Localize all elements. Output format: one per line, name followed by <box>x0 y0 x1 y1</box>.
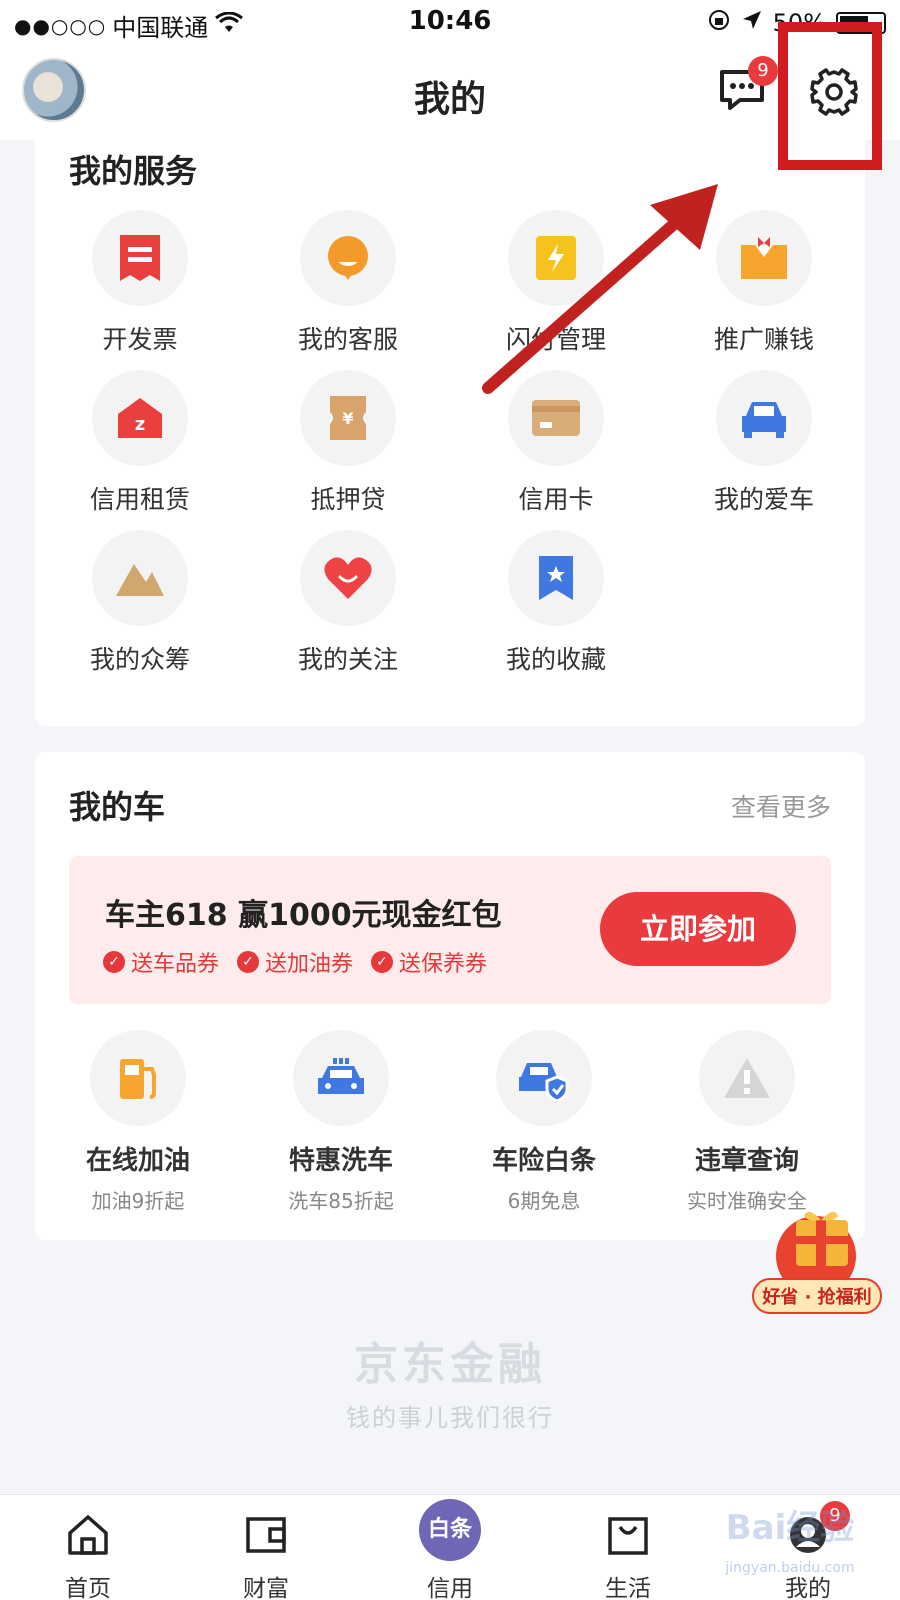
promo-tag: ✓ 送加油券 <box>237 946 353 978</box>
see-more-link[interactable]: 查看更多 <box>731 788 831 824</box>
service-credit-card[interactable]: 信用卡 <box>451 370 661 516</box>
car-service-wash[interactable]: 特惠洗车 洗车85折起 <box>238 1030 444 1214</box>
heart-icon <box>300 530 396 626</box>
check-icon: ✓ <box>103 951 125 973</box>
car-service-label: 车险白条 <box>491 1146 596 1176</box>
service-label: 我的众筹 <box>89 645 190 674</box>
promo-title: 车主618 赢1000元现金红包 <box>105 898 502 933</box>
check-icon: ✓ <box>371 951 394 973</box>
service-label: 推广赚钱 <box>713 325 814 354</box>
promo-tag-label: 送加油券 <box>265 952 354 977</box>
service-following[interactable]: 我的关注 <box>243 530 453 676</box>
credit-lease-icon: z <box>92 370 188 466</box>
check-icon: ✓ <box>237 951 260 973</box>
quick-pay-icon <box>508 210 604 306</box>
mortgage-loan-icon: ¥ <box>300 370 396 466</box>
shopping-bag-icon <box>608 1517 648 1555</box>
service-my-car[interactable]: 我的爱车 <box>659 370 869 516</box>
credit-card-icon <box>508 370 604 466</box>
highlight-box <box>778 22 882 170</box>
warning-icon <box>699 1030 795 1126</box>
promo-tag-label: 送保养券 <box>399 952 488 977</box>
service-invoice[interactable]: 开发票 <box>35 210 245 356</box>
car-service-insurance[interactable]: 车险白条 6期免息 <box>441 1030 647 1214</box>
tab-label: 财富 <box>243 1576 289 1600</box>
customer-service-icon <box>300 210 396 306</box>
promo-tag: ✓ 送保养券 <box>371 946 487 978</box>
service-promote[interactable]: 推广赚钱 <box>659 210 869 356</box>
service-customer-service[interactable]: 我的客服 <box>243 210 453 356</box>
crowdfunding-icon <box>92 530 188 626</box>
home-icon <box>68 1515 108 1555</box>
my-car-card: 我的车 查看更多 车主618 赢1000元现金红包 ✓ 送车品券 ✓ 送加油券 ✓ 送… <box>35 752 865 1240</box>
car-service-fuel[interactable]: 在线加油 加油9折起 <box>35 1030 241 1214</box>
my-car-title: 我的车 <box>69 788 166 826</box>
promo-tag: ✓ 送车品券 <box>103 946 219 978</box>
location-icon <box>741 9 763 37</box>
tab-home[interactable]: 首页 <box>28 1513 148 1600</box>
service-credit-lease[interactable]: z 信用租赁 <box>35 370 245 516</box>
service-label: 我的收藏 <box>505 645 606 674</box>
svg-text:z: z <box>135 414 145 435</box>
service-label: 抵押贷 <box>310 485 386 514</box>
svg-text:¥: ¥ <box>342 409 353 428</box>
service-quick-pay[interactable]: 闪付管理 <box>451 210 661 356</box>
service-label: 我的关注 <box>297 645 398 674</box>
car-service-sub: 6期免息 <box>507 1189 581 1213</box>
wallet-icon <box>246 1517 286 1553</box>
service-label: 信用租赁 <box>89 485 190 514</box>
service-crowdfunding[interactable]: 我的众筹 <box>35 530 245 676</box>
car-service-sub: 加油9折起 <box>91 1189 185 1213</box>
status-bar: ●●○○○ 中国联通 10:46 50% <box>0 0 900 44</box>
tab-label: 生活 <box>605 1576 651 1600</box>
floating-gift-button[interactable]: 好省 · 抢福利 <box>752 1206 882 1324</box>
service-label: 开发票 <box>102 325 178 354</box>
service-label: 信用卡 <box>518 485 594 514</box>
bookmark-icon <box>508 530 604 626</box>
car-service-label: 在线加油 <box>85 1146 190 1176</box>
promo-tag-label: 送车品券 <box>131 952 220 977</box>
baitiao-icon: 白条 <box>419 1499 481 1561</box>
message-badge: 9 <box>748 56 778 86</box>
service-mortgage-loan[interactable]: ¥ 抵押贷 <box>243 370 453 516</box>
car-service-sub: 洗车85折起 <box>288 1189 394 1213</box>
join-now-button[interactable]: 立即参加 <box>600 892 796 966</box>
car-insurance-icon <box>496 1030 592 1126</box>
watermark: Bai经验 <box>725 1508 855 1548</box>
services-card: 我的服务 开发票 我的客服 闪付管理 推广赚钱 z 信用租赁 ¥ 抵押贷 信用卡… <box>35 130 865 726</box>
invoice-icon <box>92 210 188 306</box>
watermark-url: jingyan.baidu.com <box>725 1560 855 1576</box>
tab-life[interactable]: 生活 <box>568 1513 688 1600</box>
rotation-lock-icon <box>707 8 731 38</box>
footer-brand: 京东金融 <box>354 1339 546 1390</box>
nav-bar: 我的 9 <box>0 44 900 140</box>
tab-label: 信用 <box>427 1576 473 1600</box>
service-label: 闪付管理 <box>505 325 606 354</box>
fuel-icon <box>90 1030 186 1126</box>
promo-tags: ✓ 送车品券 ✓ 送加油券 ✓ 送保养券 <box>103 946 487 978</box>
tab-wealth[interactable]: 财富 <box>206 1513 326 1600</box>
car-service-violation[interactable]: 违章查询 实时准确安全 <box>644 1030 850 1214</box>
promote-icon <box>716 210 812 306</box>
tab-label: 首页 <box>65 1576 111 1600</box>
car-wash-icon <box>293 1030 389 1126</box>
car-service-label: 违章查询 <box>694 1146 799 1176</box>
services-title: 我的服务 <box>69 152 198 190</box>
tab-credit[interactable]: 白条 信用 <box>390 1499 510 1600</box>
car-service-label: 特惠洗车 <box>288 1146 393 1176</box>
footer-slogan: 钱的事儿我们很行 <box>346 1404 554 1432</box>
service-label: 我的爱车 <box>713 485 814 514</box>
promo-banner[interactable]: 车主618 赢1000元现金红包 ✓ 送车品券 ✓ 送加油券 ✓ 送保养券 立即参加 <box>69 856 831 1004</box>
gift-label: 好省 · 抢福利 <box>752 1278 882 1314</box>
service-favorites[interactable]: 我的收藏 <box>451 530 661 676</box>
my-car-icon <box>716 370 812 466</box>
service-label: 我的客服 <box>297 325 398 354</box>
